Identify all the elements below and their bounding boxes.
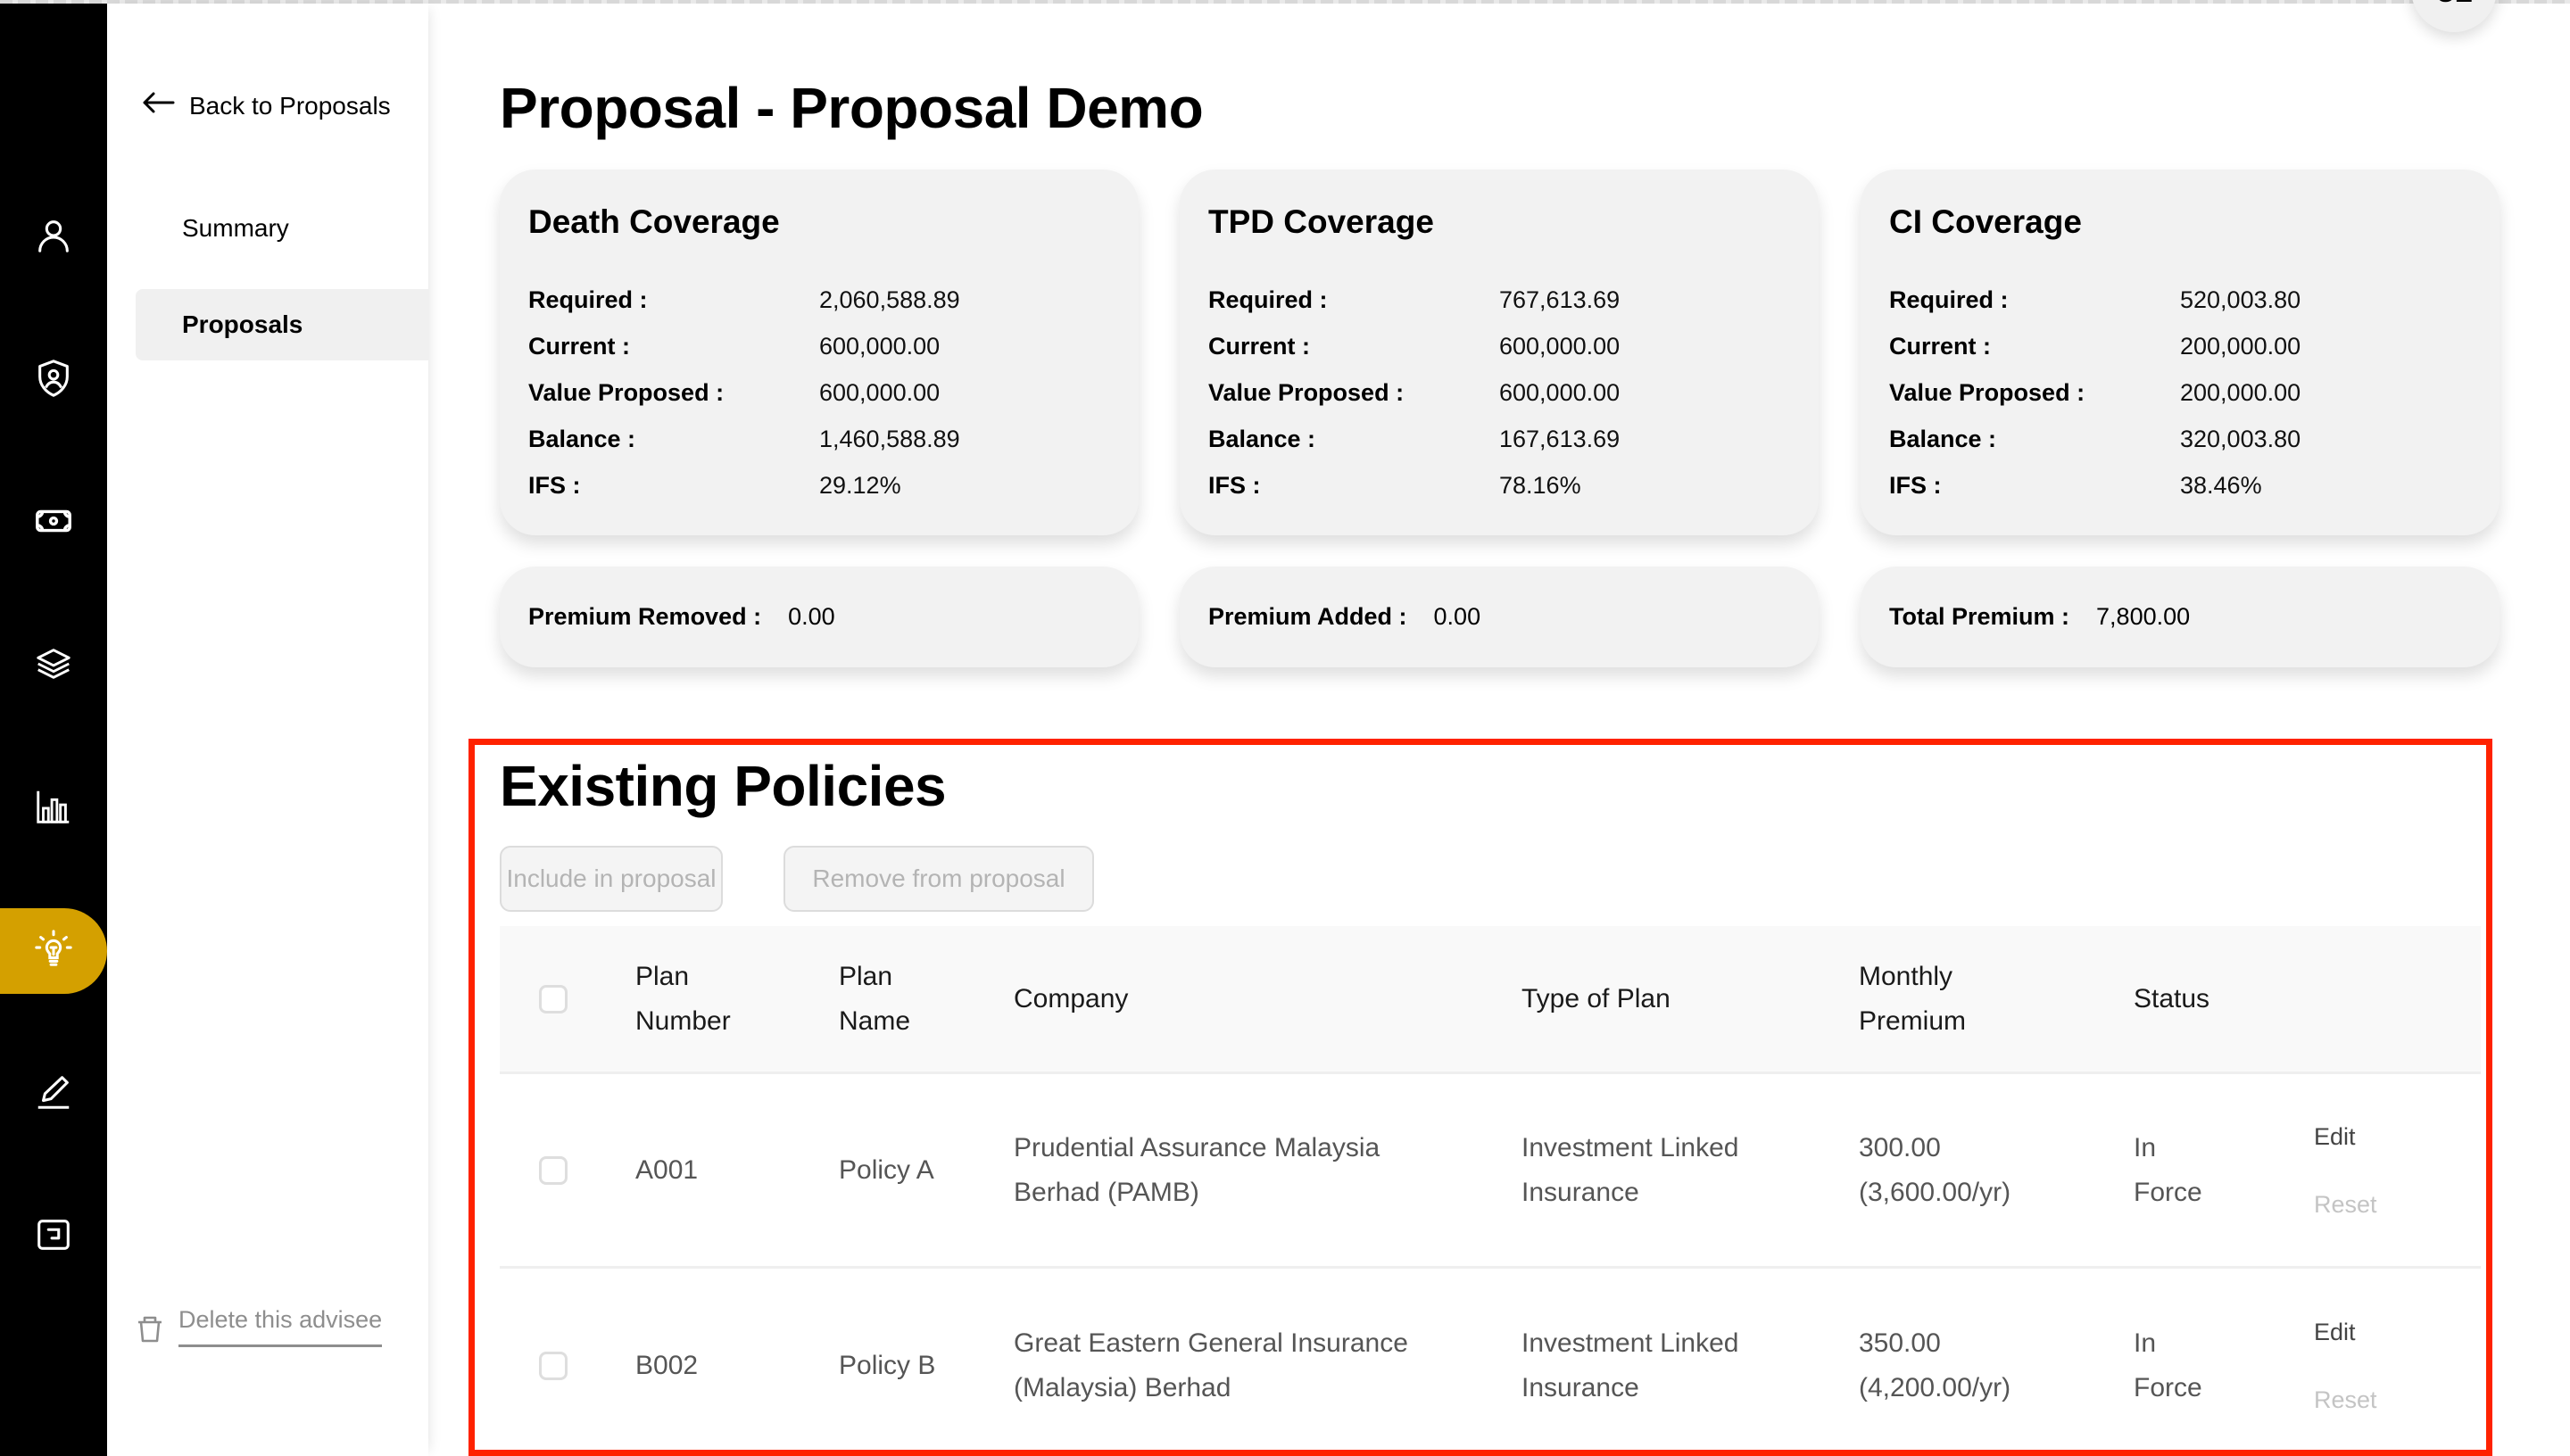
coverage-row: Current : 600,000.00 [1208, 323, 1790, 369]
subnav-item-label: Proposals [182, 310, 303, 338]
row-label: Balance : [528, 425, 636, 452]
highlight-box [468, 739, 2492, 1456]
premium-label: Premium Removed : [528, 603, 762, 630]
money-icon [33, 500, 74, 546]
row-value: 520,003.80 [2180, 285, 2301, 313]
row-value: 78.16% [1499, 471, 1581, 499]
subnav-item-label: Summary [182, 214, 289, 242]
row-label: IFS : [528, 471, 581, 499]
tpd-coverage-card: TPD Coverage Required : 767,613.69 Curren… [1180, 170, 1819, 535]
export-icon [33, 1214, 74, 1260]
coverage-row: Value Proposed : 200,000.00 [1889, 369, 2471, 416]
coverage-row: Current : 600,000.00 [528, 323, 1110, 369]
row-value: 2,060,588.89 [819, 285, 960, 313]
coverage-row: IFS : 78.16% [1208, 462, 1790, 509]
subnav-item-summary[interactable]: Summary [136, 193, 428, 264]
layers-icon [33, 643, 74, 689]
back-link-label: Back to Proposals [189, 91, 391, 120]
icon-rail [0, 4, 107, 1456]
row-value: 38.46% [2180, 471, 2262, 499]
row-value: 200,000.00 [2180, 332, 2301, 360]
row-value: 600,000.00 [1499, 332, 1621, 360]
ci-coverage-card: CI Coverage Required : 520,003.80 Current… [1861, 170, 2500, 535]
total-premium-card: Total Premium : 7,800.00 [1861, 567, 2500, 667]
row-label: IFS : [1208, 471, 1261, 499]
row-label: Value Proposed : [1889, 378, 2085, 406]
coverage-row: IFS : 29.12% [528, 462, 1110, 509]
coverage-row: Balance : 1,460,588.89 [528, 416, 1110, 462]
coverage-row: Current : 200,000.00 [1889, 323, 2471, 369]
row-value: 600,000.00 [1499, 378, 1621, 406]
delete-advisee-link[interactable]: Delete this advisee [136, 1306, 383, 1350]
coverage-row: IFS : 38.46% [1889, 462, 2471, 509]
premium-label: Total Premium : [1889, 603, 2070, 630]
user-icon [33, 215, 74, 261]
back-to-proposals-link[interactable]: Back to Proposals [141, 89, 391, 122]
rail-item-analysis[interactable] [0, 765, 107, 851]
premium-removed-card: Premium Removed : 0.00 [500, 567, 1139, 667]
row-label: Required : [1208, 285, 1328, 313]
row-value: 600,000.00 [819, 378, 941, 406]
trash-icon [136, 1306, 164, 1350]
page-title: Proposal - Proposal Demo [500, 76, 1204, 140]
delete-advisee-label: Delete this advisee [178, 1306, 383, 1347]
row-label: Value Proposed : [528, 378, 725, 406]
row-label: Balance : [1208, 425, 1316, 452]
death-coverage-card: Death Coverage Required : 2,060,588.89 Cu… [500, 170, 1139, 535]
coverage-row: Required : 2,060,588.89 [528, 277, 1110, 323]
row-value: 1,460,588.89 [819, 425, 960, 452]
bar-chart-icon [33, 786, 74, 831]
row-value: 200,000.00 [2180, 378, 2301, 406]
row-label: Current : [528, 332, 630, 360]
premium-label: Premium Added : [1208, 603, 1407, 630]
rail-item-protection[interactable] [0, 337, 107, 423]
rail-item-profile[interactable] [0, 194, 107, 280]
row-label: Required : [1889, 285, 2009, 313]
row-value: 767,613.69 [1499, 285, 1621, 313]
rail-item-portfolio[interactable] [0, 623, 107, 708]
arrow-left-icon [141, 89, 177, 122]
row-value: 167,613.69 [1499, 425, 1621, 452]
row-value: 600,000.00 [819, 332, 941, 360]
coverage-row: Value Proposed : 600,000.00 [1208, 369, 1790, 416]
row-value: 320,003.80 [2180, 425, 2301, 452]
lightbulb-icon [33, 929, 74, 974]
row-label: Required : [528, 285, 648, 313]
shield-user-icon [33, 358, 74, 403]
rail-item-export[interactable] [0, 1194, 107, 1279]
rail-item-finance[interactable] [0, 480, 107, 566]
row-label: Value Proposed : [1208, 378, 1405, 406]
row-label: IFS : [1889, 471, 1942, 499]
coverage-row: Balance : 320,003.80 [1889, 416, 2471, 462]
pen-icon [33, 1071, 74, 1117]
premium-added-card: Premium Added : 0.00 [1180, 567, 1819, 667]
row-label: Balance : [1889, 425, 1997, 452]
premium-value: 7,800.00 [2096, 603, 2191, 630]
subnav-item-proposals[interactable]: Proposals [136, 289, 428, 360]
row-label: Current : [1208, 332, 1310, 360]
card-title: Death Coverage [528, 203, 780, 240]
secondary-nav: Back to Proposals Summary Proposals Dele… [107, 4, 428, 1456]
card-title: CI Coverage [1889, 203, 2082, 240]
card-title: TPD Coverage [1208, 203, 1434, 240]
avatar[interactable]: CE [2411, 0, 2497, 32]
coverage-row: Balance : 167,613.69 [1208, 416, 1790, 462]
rail-item-proposals[interactable] [0, 908, 107, 994]
rail-item-notes[interactable] [0, 1051, 107, 1137]
row-label: Current : [1889, 332, 1991, 360]
row-value: 29.12% [819, 471, 901, 499]
coverage-row: Required : 520,003.80 [1889, 277, 2471, 323]
premium-value: 0.00 [788, 603, 835, 630]
premium-value: 0.00 [1433, 603, 1481, 630]
coverage-row: Value Proposed : 600,000.00 [528, 369, 1110, 416]
coverage-row: Required : 767,613.69 [1208, 277, 1790, 323]
